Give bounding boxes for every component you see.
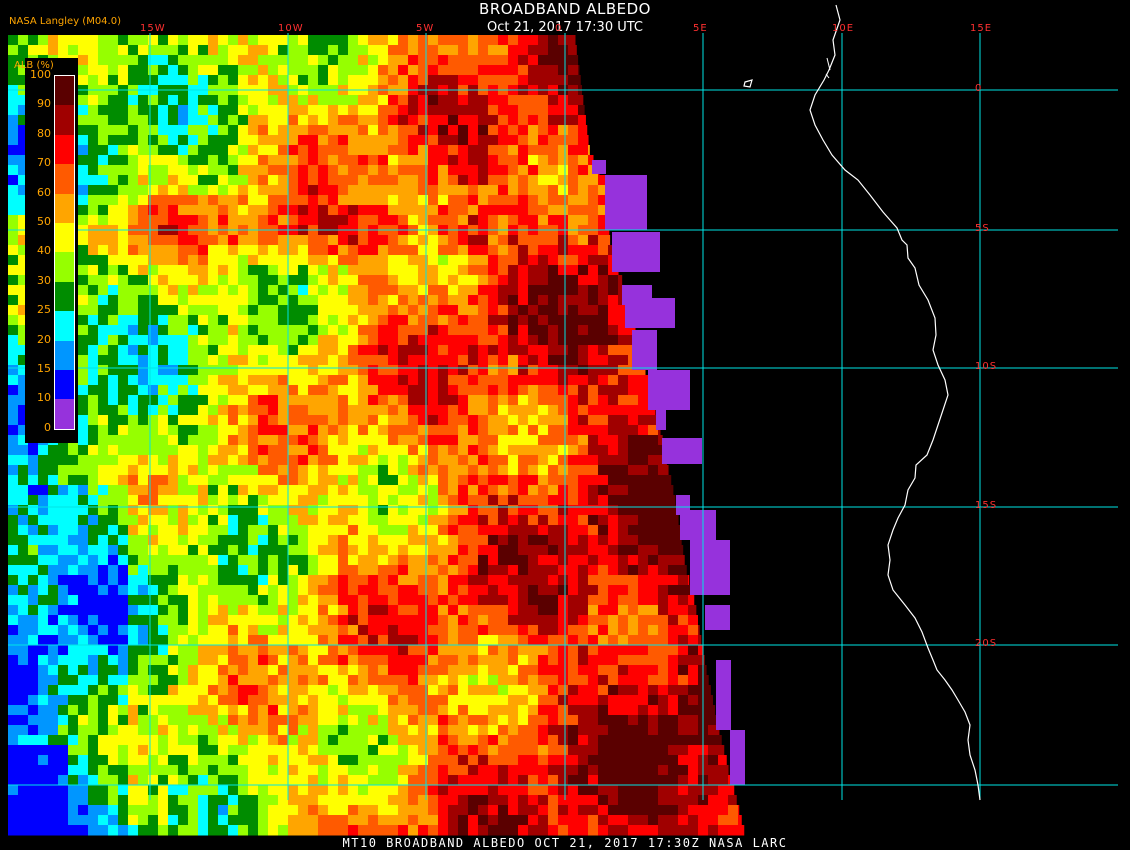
latitude-label: 20S bbox=[975, 638, 998, 649]
legend-swatch bbox=[55, 193, 74, 224]
map-timestamp: Oct 21, 2017 17:30 UTC bbox=[487, 20, 643, 35]
low-albedo-block bbox=[705, 605, 730, 630]
legend-label: 60 bbox=[37, 185, 51, 199]
legend-label: 10 bbox=[37, 391, 51, 405]
island bbox=[743, 79, 753, 88]
legend-swatch bbox=[55, 164, 74, 195]
low-albedo-block bbox=[662, 438, 702, 464]
legend-swatch bbox=[55, 281, 74, 312]
credit-label: NASA Langley (M04.0) bbox=[9, 16, 121, 27]
coastline bbox=[809, 4, 981, 801]
color-legend: 100 90 80 70 60 50 40 30 25 20 15 10 0 bbox=[25, 58, 78, 443]
latitude-label: 0 bbox=[975, 83, 983, 94]
latitude-label: 5S bbox=[975, 223, 990, 234]
legend-label: 0 bbox=[44, 420, 51, 434]
legend-swatch bbox=[55, 76, 74, 106]
legend-label: 80 bbox=[37, 126, 51, 140]
longitude-label: 10E bbox=[832, 23, 855, 34]
legend-label: 25 bbox=[37, 303, 51, 317]
island-small bbox=[825, 57, 831, 79]
longitude-label: 5E bbox=[693, 23, 708, 34]
low-albedo-block bbox=[612, 232, 660, 272]
low-albedo-block bbox=[730, 730, 745, 785]
albedo-field bbox=[8, 35, 745, 836]
low-albedo-block bbox=[656, 410, 666, 430]
legend-label: 15 bbox=[37, 362, 51, 375]
legend-colorbar bbox=[54, 75, 75, 430]
legend-label: 70 bbox=[37, 156, 51, 170]
low-albedo-block bbox=[648, 370, 690, 410]
longitude-label: 15W bbox=[140, 23, 166, 34]
low-albedo-block bbox=[592, 160, 606, 174]
longitude-label: 10W bbox=[278, 23, 304, 34]
legend-label: 90 bbox=[37, 97, 51, 111]
albedo-map bbox=[8, 4, 1118, 836]
map-title: BROADBAND ALBEDO bbox=[479, 0, 651, 18]
legend-swatch bbox=[55, 340, 74, 371]
footer-caption: MT10 BROADBAND ALBEDO OCT 21, 2017 17:30… bbox=[342, 836, 788, 850]
latitude-label: 10S bbox=[975, 361, 998, 372]
legend-swatch bbox=[55, 311, 74, 342]
low-albedo-block bbox=[680, 510, 716, 540]
latitude-label: 15S bbox=[975, 500, 998, 511]
legend-label: 30 bbox=[37, 273, 51, 287]
legend-title: ALB (%) bbox=[14, 60, 54, 71]
longitude-label: 15E bbox=[970, 23, 993, 34]
legend-swatch bbox=[55, 399, 74, 430]
legend-swatch bbox=[55, 252, 74, 283]
low-albedo-block bbox=[605, 175, 647, 230]
low-albedo-block bbox=[690, 540, 730, 595]
longitude-label: 5W bbox=[416, 23, 435, 34]
low-albedo-block bbox=[632, 330, 657, 370]
legend-swatch bbox=[55, 370, 74, 400]
legend-label: 50 bbox=[37, 215, 51, 228]
legend-swatch bbox=[55, 134, 74, 165]
legend-label: 40 bbox=[37, 244, 51, 258]
legend-swatch bbox=[55, 223, 74, 253]
legend-swatch bbox=[55, 105, 74, 136]
longitude-label: 0 bbox=[555, 23, 563, 34]
legend-label: 20 bbox=[37, 332, 51, 346]
low-albedo-block bbox=[625, 298, 675, 328]
low-albedo-block bbox=[716, 660, 731, 730]
